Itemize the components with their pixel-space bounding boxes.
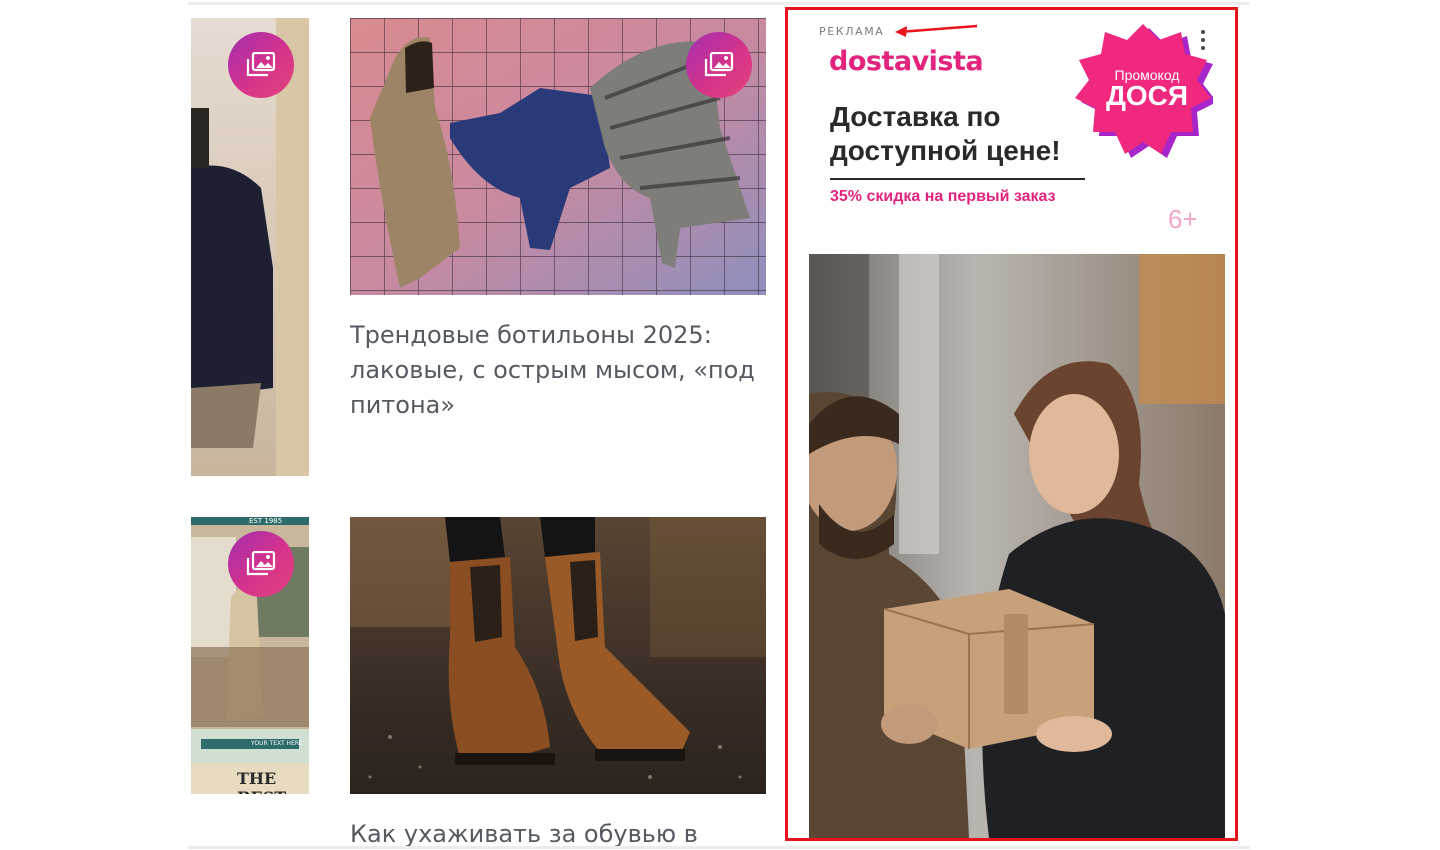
gallery-icon xyxy=(704,52,734,77)
ad-subline: 35% скидка на первый заказ xyxy=(830,188,1056,205)
gallery-badge xyxy=(228,531,294,597)
bottom-divider xyxy=(188,846,1250,849)
ad-divider xyxy=(830,178,1085,180)
gallery-badge xyxy=(228,32,294,98)
thumb-your-text: YOUR TEXT HERE xyxy=(251,740,303,747)
thumb-est-text: EST 1985 xyxy=(249,517,283,525)
gallery-badge xyxy=(686,32,752,98)
ad-headline[interactable]: Доставка по доступной цене! xyxy=(830,100,1110,168)
article-title[interactable]: Трендовые ботильоны 2025: лаковые, с ост… xyxy=(350,318,770,423)
gallery-icon xyxy=(246,551,276,576)
ad-image-courier[interactable] xyxy=(809,254,1225,838)
ad-headline-line1: Доставка по xyxy=(830,101,1001,132)
article-image-chelsea-boots[interactable] xyxy=(350,517,766,794)
arrow-left-icon xyxy=(895,24,978,37)
top-divider xyxy=(188,2,1250,5)
thumb-best-text: THE BEST xyxy=(237,769,286,794)
age-rating: 6+ xyxy=(1168,204,1198,234)
brand-logo[interactable]: dostavista xyxy=(829,46,984,77)
ad-headline-line2: доступной цене! xyxy=(830,135,1061,166)
gallery-icon xyxy=(246,52,276,77)
ad-label: РЕКЛАМА xyxy=(819,25,885,38)
